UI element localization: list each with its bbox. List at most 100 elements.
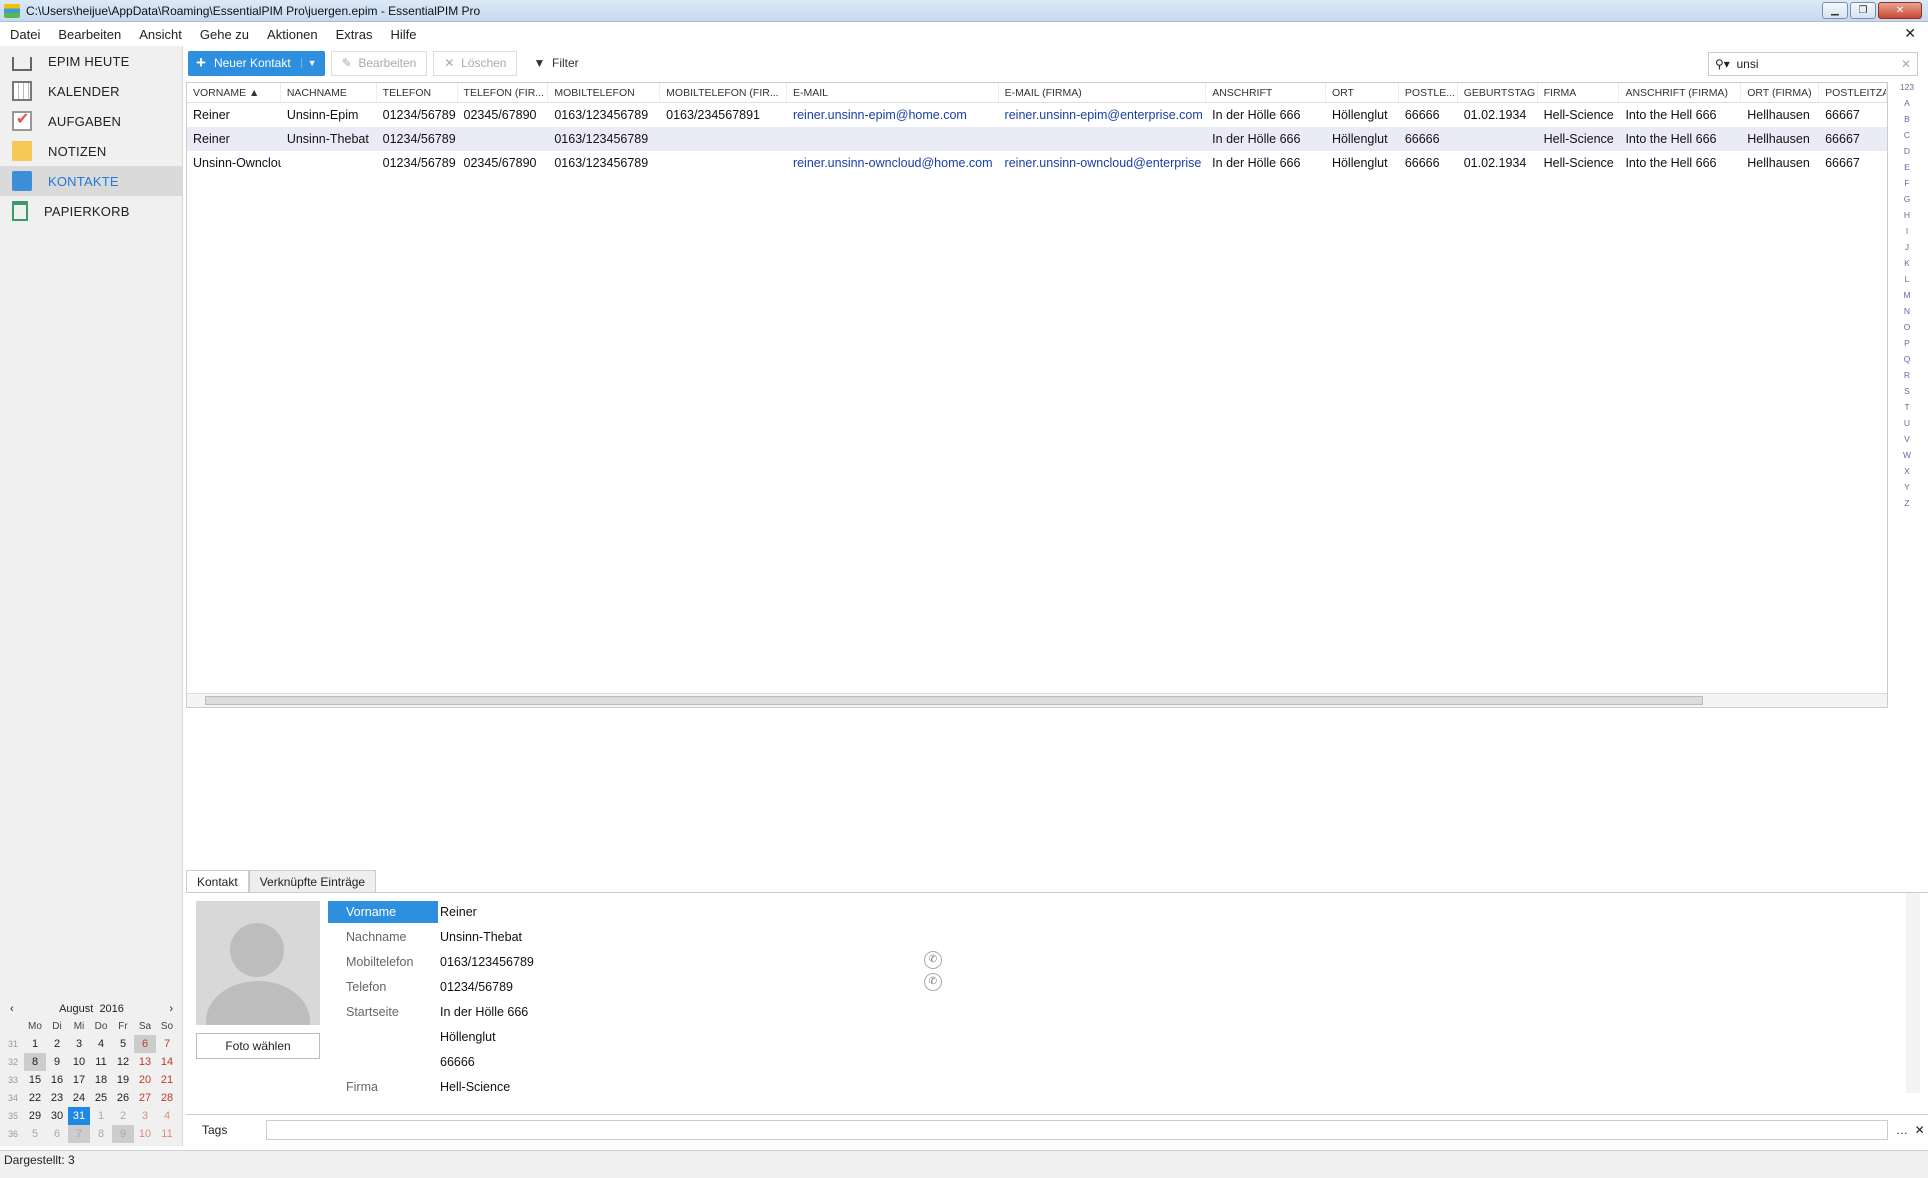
calendar-day[interactable]: 4	[156, 1107, 178, 1125]
edit-button[interactable]: ✎ Bearbeiten	[330, 50, 428, 76]
nav-kalender[interactable]: KALENDER	[0, 76, 182, 106]
alphabet-letter[interactable]: D	[1892, 146, 1922, 162]
calendar-day[interactable]: 6	[46, 1125, 68, 1143]
calendar-day[interactable]: 2	[112, 1107, 134, 1125]
calendar-day[interactable]: 21	[156, 1071, 178, 1089]
chevron-down-icon[interactable]: ▼	[300, 58, 317, 68]
column-header[interactable]: E-MAIL	[787, 83, 999, 102]
tab-kontakt[interactable]: Kontakt	[186, 870, 249, 892]
calendar-day[interactable]: 12	[112, 1053, 134, 1071]
alphabet-letter[interactable]: Z	[1892, 498, 1922, 514]
alphabet-letter[interactable]: U	[1892, 418, 1922, 434]
calendar-day[interactable]: 18	[90, 1071, 112, 1089]
calendar-day[interactable]: 23	[46, 1089, 68, 1107]
scrollbar-thumb[interactable]	[205, 696, 1703, 705]
column-header[interactable]: TELEFON	[377, 83, 458, 102]
menu-gehe-zu[interactable]: Gehe zu	[190, 27, 257, 42]
new-contact-button[interactable]: + Neuer Kontakt ▼	[188, 50, 325, 76]
alphabet-letter[interactable]: J	[1892, 242, 1922, 258]
column-header[interactable]: ANSCHRIFT	[1206, 83, 1326, 102]
calendar-day[interactable]: 25	[90, 1089, 112, 1107]
detail-field[interactable]: Nachname Unsinn-Thebat	[328, 926, 778, 948]
next-month-icon[interactable]: ›	[169, 1003, 173, 1015]
calendar-day[interactable]: 28	[156, 1089, 178, 1107]
alphabet-letter[interactable]: N	[1892, 306, 1922, 322]
call-mobile-icon[interactable]: ✆	[924, 951, 942, 969]
calendar-day[interactable]: 5	[112, 1035, 134, 1053]
close-window-button[interactable]: ✕	[1878, 2, 1922, 19]
detail-field[interactable]: Telefon 01234/56789	[328, 976, 778, 998]
detail-field[interactable]: Vorname Reiner	[328, 901, 778, 923]
nav-papierkorb[interactable]: PAPIERKORB	[0, 196, 182, 226]
close-document-icon[interactable]: ✕	[1904, 25, 1916, 42]
alphabet-letter[interactable]: H	[1892, 210, 1922, 226]
calendar-day[interactable]: 17	[68, 1071, 90, 1089]
alphabet-letter[interactable]: P	[1892, 338, 1922, 354]
menu-ansicht[interactable]: Ansicht	[129, 27, 190, 42]
alphabet-letter[interactable]: B	[1892, 114, 1922, 130]
delete-button[interactable]: ✕ Löschen	[433, 50, 518, 76]
calendar-day[interactable]: 4	[90, 1035, 112, 1053]
table-row[interactable]: Reiner Unsinn-Epim 01234/56789 02345/67890 0…	[187, 103, 1887, 127]
column-header[interactable]: ORT	[1326, 83, 1399, 102]
choose-photo-button[interactable]: Foto wählen	[196, 1033, 320, 1059]
menu-datei[interactable]: Datei	[0, 27, 48, 42]
detail-field[interactable]: Startseite In der Hölle 666	[328, 1001, 778, 1023]
calendar-day[interactable]: 2	[46, 1035, 68, 1053]
search-input[interactable]: unsi	[1736, 57, 1758, 71]
maximize-button[interactable]: ❐	[1850, 2, 1876, 19]
alphabet-letter[interactable]: A	[1892, 98, 1922, 114]
alphabet-letter[interactable]: Q	[1892, 354, 1922, 370]
calendar-day[interactable]: 5	[24, 1125, 46, 1143]
alphabet-letter[interactable]: X	[1892, 466, 1922, 482]
calendar-day[interactable]: 14	[156, 1053, 178, 1071]
alphabet-letter[interactable]: I	[1892, 226, 1922, 242]
column-header[interactable]: MOBILTELEFON	[548, 83, 661, 102]
menu-extras[interactable]: Extras	[326, 27, 381, 42]
horizontal-scrollbar[interactable]	[187, 693, 1887, 707]
calendar-day[interactable]: 7	[156, 1035, 178, 1053]
nav-notizen[interactable]: NOTIZEN	[0, 136, 182, 166]
detail-scrollbar[interactable]	[1906, 893, 1920, 1093]
calendar-day[interactable]: 7	[68, 1125, 90, 1143]
alphabet-letter[interactable]: K	[1892, 258, 1922, 274]
menu-hilfe[interactable]: Hilfe	[380, 27, 424, 42]
search-box[interactable]: ⚲▾ unsi ✕	[1708, 52, 1918, 76]
detail-field[interactable]: 66666	[328, 1051, 778, 1073]
column-header[interactable]: ORT (FIRMA)	[1741, 83, 1820, 102]
column-header[interactable]: POSTLE...	[1399, 83, 1458, 102]
calendar-day[interactable]: 13	[134, 1053, 156, 1071]
alphabet-letter[interactable]: V	[1892, 434, 1922, 450]
nav-epim-heute[interactable]: EPIM HEUTE	[0, 46, 182, 76]
calendar-day[interactable]: 20	[134, 1071, 156, 1089]
nav-aufgaben[interactable]: AUFGABEN	[0, 106, 182, 136]
column-header[interactable]: FIRMA	[1538, 83, 1620, 102]
calendar-day[interactable]: 8	[24, 1053, 46, 1071]
column-header[interactable]: POSTLEITZAH	[1819, 83, 1887, 102]
minimize-button[interactable]: ▁	[1822, 2, 1848, 19]
alphabet-letter[interactable]: 123	[1892, 82, 1922, 98]
column-header[interactable]: MOBILTELEFON (FIR...	[660, 83, 787, 102]
detail-field[interactable]: Firma Hell-Science	[328, 1076, 778, 1098]
calendar-day[interactable]: 22	[24, 1089, 46, 1107]
calendar-day[interactable]: 1	[90, 1107, 112, 1125]
calendar-day[interactable]: 30	[46, 1107, 68, 1125]
call-phone-icon[interactable]: ✆	[924, 973, 942, 991]
calendar-day[interactable]: 19	[112, 1071, 134, 1089]
table-row[interactable]: Unsinn-Owncloud 01234/56789 02345/67890 016…	[187, 151, 1887, 175]
calendar-day[interactable]: 3	[68, 1035, 90, 1053]
column-header[interactable]: VORNAME ▲	[187, 83, 281, 102]
calendar-day[interactable]: 9	[112, 1125, 134, 1143]
calendar-day[interactable]: 6	[134, 1035, 156, 1053]
calendar-day[interactable]: 11	[90, 1053, 112, 1071]
calendar-day[interactable]: 10	[134, 1125, 156, 1143]
alphabet-letter[interactable]: E	[1892, 162, 1922, 178]
calendar-day[interactable]: 10	[68, 1053, 90, 1071]
tags-input[interactable]	[266, 1119, 1888, 1140]
calendar-day[interactable]: 26	[112, 1089, 134, 1107]
nav-kontakte[interactable]: KONTAKTE	[0, 166, 182, 196]
column-header[interactable]: GEBURTSTAG	[1458, 83, 1538, 102]
calendar-day[interactable]: 8	[90, 1125, 112, 1143]
filter-button[interactable]: ▼ Filter	[523, 51, 588, 76]
alphabet-letter[interactable]: W	[1892, 450, 1922, 466]
